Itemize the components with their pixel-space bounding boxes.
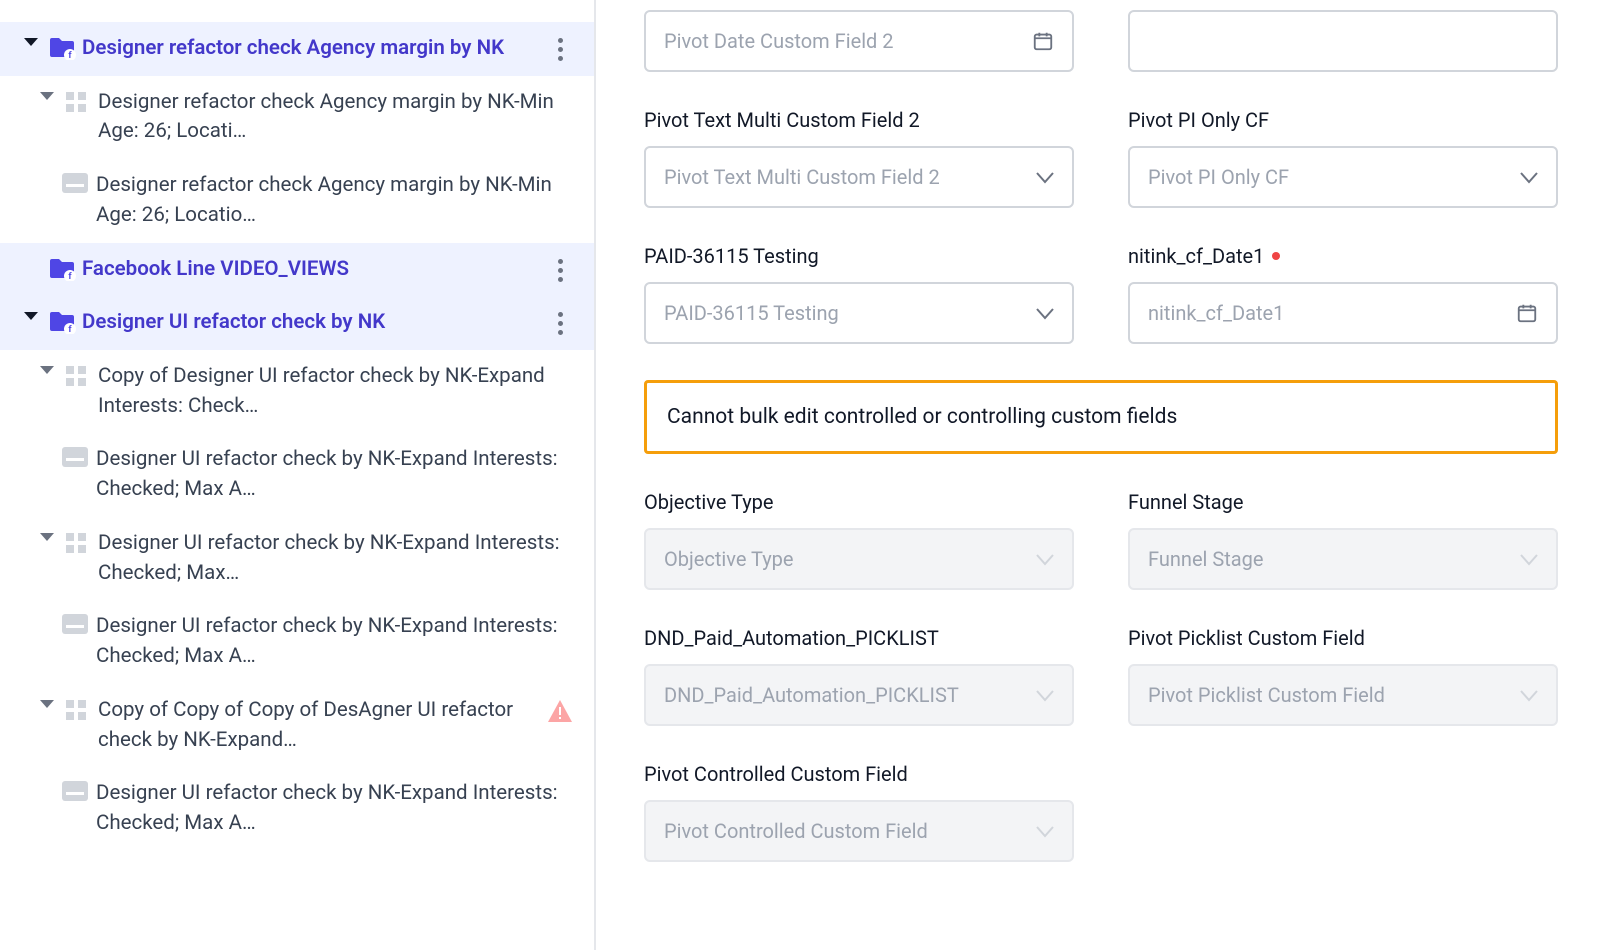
more-menu[interactable] <box>538 34 582 61</box>
ad-icon <box>62 779 96 801</box>
sidebar-item-label: Designer refactor check Agency margin by… <box>98 88 582 147</box>
field-label: nitink_cf_Date1 <box>1128 244 1558 268</box>
chevron-down-icon <box>1036 819 1054 843</box>
expand-toggle[interactable] <box>30 362 64 374</box>
sidebar-item-ad[interactable]: Designer UI refactor check by NK-Expand … <box>0 600 594 683</box>
expand-toggle[interactable] <box>14 34 48 46</box>
expand-toggle[interactable] <box>30 696 64 708</box>
chevron-down-icon <box>1036 547 1054 571</box>
adset-icon <box>64 529 98 555</box>
sidebar-item-label: Copy of Designer UI refactor check by NK… <box>98 362 582 421</box>
chevron-down-icon <box>1520 547 1538 571</box>
chevron-down-icon <box>1036 165 1054 189</box>
adset-icon <box>64 362 98 388</box>
calendar-icon <box>1032 30 1054 52</box>
adset-icon <box>64 696 98 722</box>
chevron-down-icon <box>1036 301 1054 325</box>
folder-icon: f <box>48 34 82 60</box>
field-label: PAID-36115 Testing <box>644 244 1074 268</box>
pivot-text-multi-cf2-select[interactable]: Pivot Text Multi Custom Field 2 <box>644 146 1074 208</box>
placeholder: Objective Type <box>664 547 794 571</box>
sidebar-item-adset[interactable]: Designer refactor check Agency margin by… <box>0 76 594 159</box>
placeholder: Pivot Picklist Custom Field <box>1148 683 1385 707</box>
expand-toggle[interactable] <box>30 88 64 100</box>
chevron-down-icon <box>1036 683 1054 707</box>
more-menu[interactable] <box>538 255 582 282</box>
expand-toggle[interactable] <box>30 529 64 541</box>
placeholder: Pivot Text Multi Custom Field 2 <box>664 165 940 189</box>
ad-icon <box>62 445 96 467</box>
placeholder: Pivot PI Only CF <box>1148 165 1289 189</box>
placeholder: PAID-36115 Testing <box>664 301 839 325</box>
sidebar-item-campaign[interactable]: f Facebook Line VIDEO_VIEWS <box>0 243 594 297</box>
pivot-pi-only-select[interactable]: Pivot PI Only CF <box>1128 146 1558 208</box>
field-label: Pivot Controlled Custom Field <box>644 762 1074 786</box>
placeholder: Pivot Date Custom Field 2 <box>664 29 894 53</box>
more-menu[interactable] <box>538 308 582 335</box>
sidebar-item-adset[interactable]: Copy of Designer UI refactor check by NK… <box>0 350 594 433</box>
sidebar-item-label: Designer UI refactor check by NK-Expand … <box>98 529 582 588</box>
sidebar-item-label: Copy of Copy of Copy of DesAgner UI refa… <box>98 696 538 755</box>
sidebar-item-label: Designer refactor check Agency margin by… <box>96 171 582 230</box>
sidebar-item-label: Designer refactor check Agency margin by… <box>82 34 538 64</box>
sidebar-item-adset[interactable]: Designer UI refactor check by NK-Expand … <box>0 517 594 600</box>
sidebar-item-label: Facebook Line VIDEO_VIEWS <box>82 255 538 285</box>
placeholder: Funnel Stage <box>1148 547 1264 571</box>
field-label: Pivot PI Only CF <box>1128 108 1558 132</box>
folder-icon: f <box>48 308 82 334</box>
chevron-down-icon <box>1520 165 1538 189</box>
dnd-picklist-select: DND_Paid_Automation_PICKLIST <box>644 664 1074 726</box>
bulk-edit-warning: Cannot bulk edit controlled or controlli… <box>644 380 1558 454</box>
empty-input[interactable] <box>1128 10 1558 72</box>
sidebar-item-campaign[interactable]: f Designer UI refactor check by NK <box>0 296 594 350</box>
placeholder: DND_Paid_Automation_PICKLIST <box>664 683 959 707</box>
paid-36115-select[interactable]: PAID-36115 Testing <box>644 282 1074 344</box>
chevron-down-icon <box>1520 683 1538 707</box>
sidebar-item-ad[interactable]: Designer refactor check Agency margin by… <box>0 159 594 242</box>
adset-icon <box>64 88 98 114</box>
field-label: Pivot Picklist Custom Field <box>1128 626 1558 650</box>
ad-icon <box>62 612 96 634</box>
sidebar-item-ad[interactable]: Designer UI refactor check by NK-Expand … <box>0 767 594 850</box>
sidebar-item-label: Designer UI refactor check by NK <box>82 308 538 338</box>
field-label: Objective Type <box>644 490 1074 514</box>
pivot-picklist-select: Pivot Picklist Custom Field <box>1128 664 1558 726</box>
field-label: Pivot Text Multi Custom Field 2 <box>644 108 1074 132</box>
field-label-text: nitink_cf_Date1 <box>1128 244 1264 268</box>
warning-icon <box>538 696 582 722</box>
sidebar-item-adset[interactable]: Copy of Copy of Copy of DesAgner UI refa… <box>0 684 594 767</box>
sidebar-item-label: Designer UI refactor check by NK-Expand … <box>96 612 582 671</box>
nitink-date1-input[interactable]: nitink_cf_Date1 <box>1128 282 1558 344</box>
sidebar: f Designer refactor check Agency margin … <box>0 0 596 950</box>
sidebar-item-label: Designer UI refactor check by NK-Expand … <box>96 779 582 838</box>
required-indicator <box>1272 252 1280 260</box>
sidebar-item-label: Designer UI refactor check by NK-Expand … <box>96 445 582 504</box>
expand-toggle[interactable] <box>14 308 48 320</box>
placeholder: nitink_cf_Date1 <box>1148 301 1284 325</box>
form-panel: Pivot Date Custom Field 2 Pivot Text Mul… <box>596 0 1606 950</box>
pivot-controlled-select: Pivot Controlled Custom Field <box>644 800 1074 862</box>
sidebar-item-campaign[interactable]: f Designer refactor check Agency margin … <box>0 22 594 76</box>
objective-type-select: Objective Type <box>644 528 1074 590</box>
folder-icon: f <box>48 255 82 281</box>
calendar-icon <box>1516 302 1538 324</box>
pivot-date-cf2-input[interactable]: Pivot Date Custom Field 2 <box>644 10 1074 72</box>
placeholder: Pivot Controlled Custom Field <box>664 819 928 843</box>
ad-icon <box>62 171 96 193</box>
field-label: Funnel Stage <box>1128 490 1558 514</box>
sidebar-item-ad[interactable]: Designer UI refactor check by NK-Expand … <box>0 433 594 516</box>
field-label: DND_Paid_Automation_PICKLIST <box>644 626 1074 650</box>
funnel-stage-select: Funnel Stage <box>1128 528 1558 590</box>
